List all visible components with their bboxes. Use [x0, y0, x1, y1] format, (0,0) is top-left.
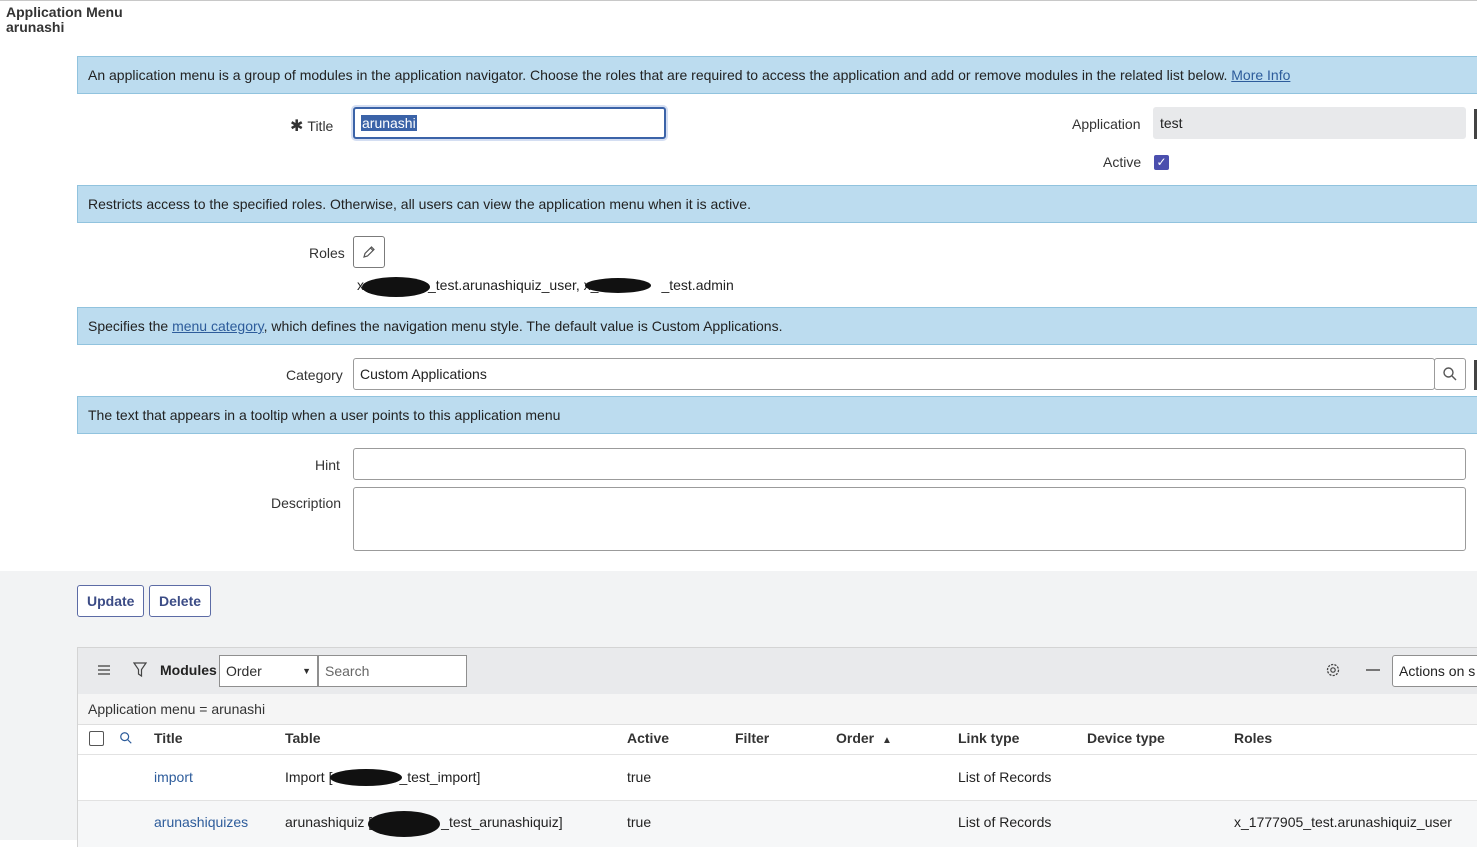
info-banner-roles: Restricts access to the specified roles.… [77, 185, 1477, 223]
column-header-roles[interactable]: Roles [1234, 730, 1272, 746]
redaction-mark [585, 278, 651, 293]
info-banner-application-menu: An application menu is a group of module… [77, 56, 1477, 94]
column-header-active[interactable]: Active [627, 730, 669, 746]
row-active: true [627, 769, 652, 785]
header-title: Application Menu [6, 4, 123, 20]
update-button[interactable]: Update [77, 585, 145, 617]
active-checkbox[interactable]: ✓ [1154, 155, 1169, 170]
info-text: , which defines the navigation menu styl… [263, 318, 783, 334]
more-info-link[interactable]: More Info [1231, 67, 1290, 83]
roles-text-2: _test.arunashiquiz_user, x_ [428, 277, 599, 293]
column-header-order-label: Order [836, 730, 875, 746]
row-link-type: List of Records [958, 769, 1052, 785]
sort-ascending-icon: ▲ [882, 735, 892, 746]
row-roles: x_1777905_test.arunashiquiz_user [1234, 814, 1452, 830]
mandatory-icon: ✱ [290, 118, 304, 135]
roles-label: Roles [309, 245, 345, 261]
info-text: Specifies the [88, 318, 173, 334]
search-icon [1443, 367, 1457, 381]
header-divider [78, 754, 1477, 755]
list-toolbar: Modules Order ▼ Search Actions on s [78, 648, 1477, 694]
redaction-mark [330, 769, 402, 786]
description-textarea[interactable] [353, 487, 1466, 551]
row-table-prefix: Import [ [285, 769, 333, 785]
list-menu-icon[interactable] [96, 662, 112, 678]
hint-input[interactable] [353, 448, 1466, 480]
column-header-title[interactable]: Title [154, 730, 183, 746]
info-text: An application menu is a group of module… [88, 67, 1228, 83]
application-field: test [1153, 107, 1466, 139]
row-table-suffix: _test_import] [399, 769, 481, 785]
title-label: Title [307, 118, 334, 134]
actions-on-selected-select[interactable]: Actions on s [1392, 655, 1477, 687]
row-table-prefix: arunashiquiz [ [285, 814, 373, 830]
header-record-name: arunashi [6, 19, 65, 35]
redaction-mark [362, 277, 430, 297]
column-header-order[interactable]: Order ▲ [836, 730, 892, 746]
row-link-type: List of Records [958, 814, 1052, 830]
list-title: Modules [160, 662, 217, 678]
collapse-icon[interactable] [1364, 661, 1382, 679]
chevron-down-icon: ▼ [302, 666, 311, 676]
title-label-group: ✱ Title [290, 116, 333, 136]
category-input[interactable]: Custom Applications [353, 358, 1435, 390]
roles-text-3: _test.admin [661, 277, 734, 293]
breadcrumb-condition[interactable]: Application menu = arunashi [88, 701, 265, 717]
search-field-select[interactable]: Order ▼ [219, 655, 318, 687]
column-search-icon[interactable] [118, 730, 134, 746]
redaction-mark [368, 811, 440, 837]
hamburger-icon [98, 665, 110, 675]
delete-button[interactable]: Delete [149, 585, 212, 617]
check-icon: ✓ [1156, 155, 1167, 169]
breadcrumb: Application menu = arunashi [78, 694, 1477, 725]
info-banner-category: Specifies the menu category, which defin… [77, 307, 1477, 345]
column-header-table[interactable]: Table [285, 730, 321, 746]
title-input[interactable]: arunashi [353, 107, 666, 139]
column-header-filter[interactable]: Filter [735, 730, 769, 746]
pencil-icon [363, 246, 375, 258]
column-header-link-type[interactable]: Link type [958, 730, 1019, 746]
table-row: arunashiquizes arunashiquiz [ _test_aruna… [78, 801, 1477, 847]
row-active: true [627, 814, 652, 830]
modules-related-list: Modules Order ▼ Search Actions on s Appl… [77, 647, 1477, 847]
select-all-checkbox[interactable] [89, 731, 104, 746]
menu-category-link[interactable]: menu category [172, 318, 264, 334]
title-value: arunashi [361, 115, 417, 131]
row-title-link[interactable]: arunashiquizes [154, 814, 248, 830]
row-table-suffix: _test_arunashiquiz] [441, 814, 563, 830]
column-header-device-type[interactable]: Device type [1087, 730, 1165, 746]
category-lookup-button[interactable] [1434, 358, 1466, 390]
list-search-input[interactable]: Search [318, 655, 467, 687]
filter-icon[interactable] [132, 661, 148, 679]
search-field-value: Order [226, 663, 262, 679]
row-title-link[interactable]: import [154, 769, 193, 785]
edit-roles-button[interactable] [353, 236, 385, 268]
category-label: Category [286, 367, 343, 383]
gear-icon[interactable] [1324, 661, 1342, 679]
application-label: Application [1072, 116, 1141, 132]
info-banner-hint: The text that appears in a tooltip when … [77, 396, 1477, 434]
hint-label: Hint [315, 457, 340, 473]
active-label: Active [1103, 154, 1142, 170]
description-label: Description [271, 495, 342, 511]
record-header: Application Menu arunashi [0, 0, 1477, 41]
